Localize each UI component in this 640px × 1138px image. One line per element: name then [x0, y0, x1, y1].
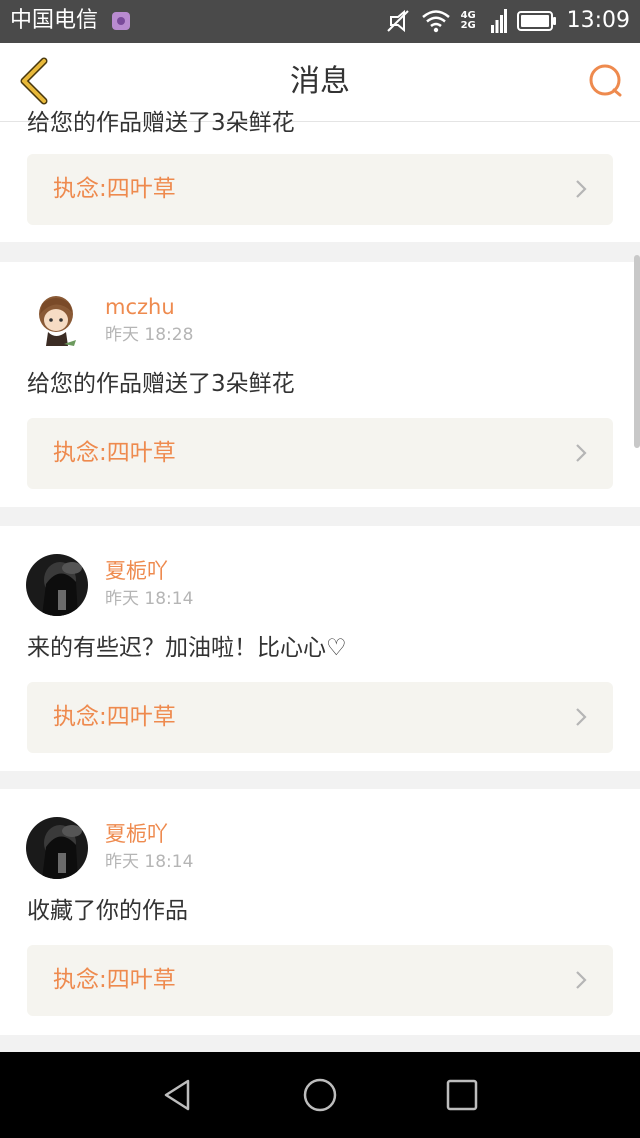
app-notification-icon [112, 12, 130, 30]
system-nav-bar [0, 1052, 640, 1138]
message-text: 给您的作品赠送了3朵鲜花 [27, 371, 295, 397]
network-type-bottom: 2G [460, 20, 476, 31]
message-card: 夏栀吖 昨天 18:14 收藏了你的作品 执念:四叶草 [0, 789, 640, 1035]
message-time: 昨天 18:28 [105, 325, 194, 345]
user-avatar-image [26, 817, 88, 879]
message-time: 昨天 18:14 [105, 852, 194, 872]
work-link[interactable]: 执念:四叶草 [27, 154, 613, 225]
work-title: 执念:四叶草 [53, 440, 176, 466]
chevron-right-icon [576, 444, 587, 462]
message-card: mczhu 昨天 18:28 给您的作品赠送了3朵鲜花 执念:四叶草 [0, 262, 640, 507]
circle-home-icon[interactable] [300, 1075, 340, 1115]
signal-icon [490, 9, 507, 33]
user-avatar-image [26, 554, 88, 616]
search-icon [589, 64, 622, 97]
work-title: 执念:四叶草 [53, 704, 176, 730]
work-link[interactable]: 执念:四叶草 [27, 945, 613, 1016]
carrier-name: 中国电信 [10, 8, 99, 33]
user-name[interactable]: mczhu [105, 294, 175, 320]
square-recents-icon[interactable] [442, 1075, 482, 1115]
message-time: 昨天 18:14 [105, 589, 194, 609]
message-card: 给您的作品赠送了3朵鲜花 执念:四叶草 [0, 110, 640, 242]
work-title: 执念:四叶草 [53, 967, 176, 993]
chevron-right-icon [576, 971, 587, 989]
user-name[interactable]: 夏栀吖 [105, 821, 168, 847]
work-title: 执念:四叶草 [53, 176, 176, 202]
wifi-icon [421, 10, 450, 33]
avatar[interactable] [26, 554, 88, 616]
triangle-back-icon[interactable] [158, 1075, 198, 1115]
message-text: 收藏了你的作品 [27, 898, 188, 924]
work-link[interactable]: 执念:四叶草 [27, 682, 613, 753]
work-link[interactable]: 执念:四叶草 [27, 418, 613, 489]
page-title: 消息 [290, 64, 350, 99]
scrollbar[interactable] [634, 255, 640, 448]
battery-icon [516, 11, 556, 31]
network-type: 4G 2G [461, 11, 481, 31]
search-button[interactable] [586, 61, 626, 101]
message-card: 夏栀吖 昨天 18:14 来的有些迟？加油啦！比心心♡ 执念:四叶草 [0, 526, 640, 771]
clock: 13:09 [566, 8, 630, 33]
message-text: 来的有些迟？加油啦！比心心♡ [27, 635, 347, 661]
status-icons: 4G 2G 13:09 [385, 6, 630, 36]
message-text: 给您的作品赠送了3朵鲜花 [27, 110, 295, 136]
mute-vibrate-icon [386, 9, 409, 33]
avatar[interactable] [26, 817, 88, 879]
user-name[interactable]: 夏栀吖 [105, 558, 168, 584]
user-avatar-image [26, 290, 88, 352]
chevron-right-icon [576, 180, 587, 198]
status-bar: 中国电信 4G 2G 13:09 [0, 0, 640, 43]
avatar[interactable] [26, 290, 88, 352]
chevron-right-icon [576, 708, 587, 726]
